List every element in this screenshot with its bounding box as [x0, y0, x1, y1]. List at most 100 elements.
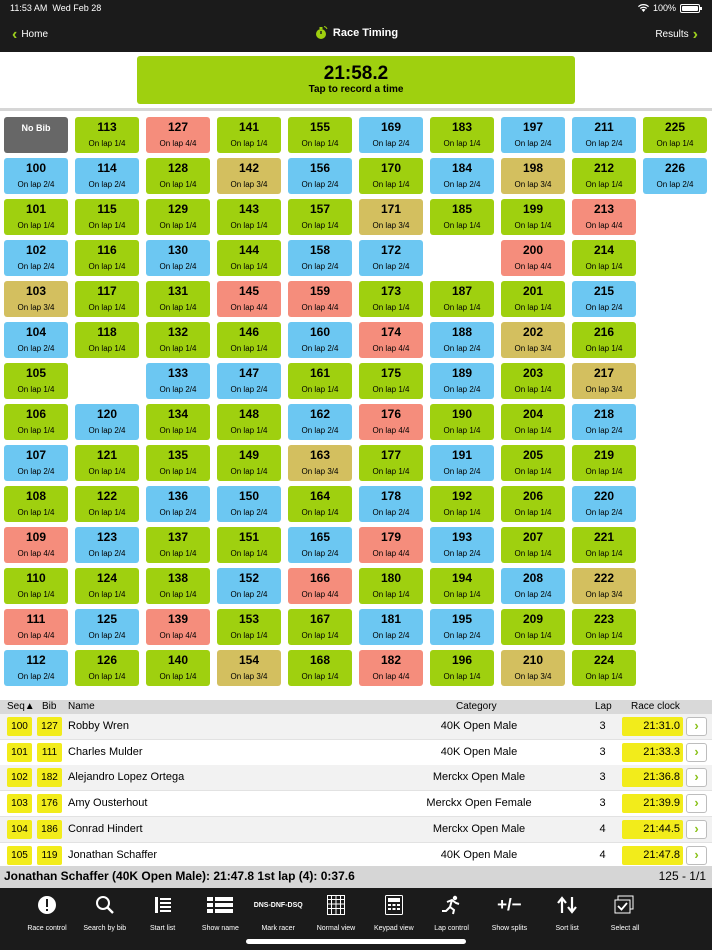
bib-tile-212[interactable]: 212 On lap 1/4	[572, 158, 636, 194]
bib-tile-200[interactable]: 200 On lap 4/4	[501, 240, 565, 276]
bib-tile-192[interactable]: 192 On lap 1/4	[430, 486, 494, 522]
bib-tile-109[interactable]: 109 On lap 4/4	[4, 527, 68, 563]
bib-tile-102[interactable]: 102 On lap 2/4	[4, 240, 68, 276]
bib-tile-222[interactable]: 222 On lap 3/4	[572, 568, 636, 604]
bib-tile-148[interactable]: 148 On lap 1/4	[217, 404, 281, 440]
bib-tile-152[interactable]: 152 On lap 2/4	[217, 568, 281, 604]
row-detail-button[interactable]: ›	[686, 742, 707, 762]
bib-tile-174[interactable]: 174 On lap 4/4	[359, 322, 423, 358]
results-button[interactable]: Results ›	[655, 26, 698, 42]
bib-tile-140[interactable]: 140 On lap 1/4	[146, 650, 210, 686]
bib-tile-206[interactable]: 206 On lap 1/4	[501, 486, 565, 522]
bib-tile-149[interactable]: 149 On lap 1/4	[217, 445, 281, 481]
bib-tile-116[interactable]: 116 On lap 1/4	[75, 240, 139, 276]
bib-tile-169[interactable]: 169 On lap 2/4	[359, 117, 423, 153]
bib-tile-154[interactable]: 154 On lap 3/4	[217, 650, 281, 686]
lap-header[interactable]: Lap	[595, 701, 612, 712]
bib-tile-135[interactable]: 135 On lap 1/4	[146, 445, 210, 481]
toolbar-search-by-bib-button[interactable]: Search by bib	[74, 894, 136, 932]
bib-tile-130[interactable]: 130 On lap 2/4	[146, 240, 210, 276]
table-row[interactable]: 100 127 Robby Wren 40K Open Male 3 21:31.0 ›	[0, 714, 712, 740]
bib-tile-170[interactable]: 170 On lap 1/4	[359, 158, 423, 194]
bib-tile-103[interactable]: 103 On lap 3/4	[4, 281, 68, 317]
bib-tile-188[interactable]: 188 On lap 2/4	[430, 322, 494, 358]
bib-tile-132[interactable]: 132 On lap 1/4	[146, 322, 210, 358]
bib-tile-161[interactable]: 161 On lap 1/4	[288, 363, 352, 399]
bib-tile-211[interactable]: 211 On lap 2/4	[572, 117, 636, 153]
bib-tile-123[interactable]: 123 On lap 2/4	[75, 527, 139, 563]
bib-tile-203[interactable]: 203 On lap 1/4	[501, 363, 565, 399]
category-header[interactable]: Category	[456, 701, 497, 712]
no-bib-button[interactable]: No Bib	[4, 117, 68, 153]
bib-tile-208[interactable]: 208 On lap 2/4	[501, 568, 565, 604]
bib-tile-118[interactable]: 118 On lap 1/4	[75, 322, 139, 358]
bib-header[interactable]: Bib	[42, 701, 56, 712]
row-detail-button[interactable]: ›	[686, 717, 707, 736]
bib-tile-126[interactable]: 126 On lap 1/4	[75, 650, 139, 686]
bib-tile-190[interactable]: 190 On lap 1/4	[430, 404, 494, 440]
bib-tile-197[interactable]: 197 On lap 2/4	[501, 117, 565, 153]
bib-tile-111[interactable]: 111 On lap 4/4	[4, 609, 68, 645]
bib-tile-194[interactable]: 194 On lap 1/4	[430, 568, 494, 604]
bib-tile-107[interactable]: 107 On lap 2/4	[4, 445, 68, 481]
toolbar-show-splits-button[interactable]: +/− Show splits	[478, 894, 540, 932]
bib-tile-180[interactable]: 180 On lap 1/4	[359, 568, 423, 604]
bib-tile-168[interactable]: 168 On lap 1/4	[288, 650, 352, 686]
bib-tile-139[interactable]: 139 On lap 4/4	[146, 609, 210, 645]
bib-tile-153[interactable]: 153 On lap 1/4	[217, 609, 281, 645]
bib-tile-218[interactable]: 218 On lap 2/4	[572, 404, 636, 440]
row-detail-button[interactable]: ›	[686, 794, 707, 814]
bib-tile-187[interactable]: 187 On lap 1/4	[430, 281, 494, 317]
bib-tile-147[interactable]: 147 On lap 2/4	[217, 363, 281, 399]
bib-tile-142[interactable]: 142 On lap 3/4	[217, 158, 281, 194]
bib-tile-108[interactable]: 108 On lap 1/4	[4, 486, 68, 522]
bib-tile-191[interactable]: 191 On lap 2/4	[430, 445, 494, 481]
bib-tile-106[interactable]: 106 On lap 1/4	[4, 404, 68, 440]
bib-tile-201[interactable]: 201 On lap 1/4	[501, 281, 565, 317]
bib-tile-189[interactable]: 189 On lap 2/4	[430, 363, 494, 399]
bib-tile-129[interactable]: 129 On lap 1/4	[146, 199, 210, 235]
bib-tile-138[interactable]: 138 On lap 1/4	[146, 568, 210, 604]
bib-tile-122[interactable]: 122 On lap 1/4	[75, 486, 139, 522]
bib-tile-121[interactable]: 121 On lap 1/4	[75, 445, 139, 481]
bib-tile-224[interactable]: 224 On lap 1/4	[572, 650, 636, 686]
row-detail-button[interactable]: ›	[686, 845, 707, 865]
bib-tile-127[interactable]: 127 On lap 4/4	[146, 117, 210, 153]
bib-tile-134[interactable]: 134 On lap 1/4	[146, 404, 210, 440]
bib-tile-209[interactable]: 209 On lap 1/4	[501, 609, 565, 645]
bib-tile-133[interactable]: 133 On lap 2/4	[146, 363, 210, 399]
bib-tile-195[interactable]: 195 On lap 2/4	[430, 609, 494, 645]
toolbar-show-name-button[interactable]: Show name	[189, 894, 251, 932]
bib-tile-105[interactable]: 105 On lap 1/4	[4, 363, 68, 399]
toolbar-mark-racer-button[interactable]: DNS-DNF-DSQ Mark racer	[247, 894, 309, 933]
bib-tile-176[interactable]: 176 On lap 4/4	[359, 404, 423, 440]
bib-tile-199[interactable]: 199 On lap 1/4	[501, 199, 565, 235]
bib-tile-156[interactable]: 156 On lap 2/4	[288, 158, 352, 194]
bib-tile-157[interactable]: 157 On lap 1/4	[288, 199, 352, 235]
bib-tile-145[interactable]: 145 On lap 4/4	[217, 281, 281, 317]
bib-tile-221[interactable]: 221 On lap 1/4	[572, 527, 636, 563]
bib-tile-143[interactable]: 143 On lap 1/4	[217, 199, 281, 235]
bib-tile-220[interactable]: 220 On lap 2/4	[572, 486, 636, 522]
toolbar-lap-control-button[interactable]: Lap control	[421, 894, 483, 932]
bib-tile-202[interactable]: 202 On lap 3/4	[501, 322, 565, 358]
table-row[interactable]: 105 119 Jonathan Schaffer 40K Open Male 4 21:…	[0, 842, 712, 869]
bib-tile-213[interactable]: 213 On lap 4/4	[572, 199, 636, 235]
name-header[interactable]: Name	[68, 701, 95, 712]
bib-tile-165[interactable]: 165 On lap 2/4	[288, 527, 352, 563]
table-row[interactable]: 103 176 Amy Ousterhout Merckx Open Female 3 2…	[0, 791, 712, 818]
bib-tile-223[interactable]: 223 On lap 1/4	[572, 609, 636, 645]
bib-tile-141[interactable]: 141 On lap 1/4	[217, 117, 281, 153]
bib-tile-216[interactable]: 216 On lap 1/4	[572, 322, 636, 358]
bib-tile-184[interactable]: 184 On lap 2/4	[430, 158, 494, 194]
bib-tile-117[interactable]: 117 On lap 1/4	[75, 281, 139, 317]
bib-tile-128[interactable]: 128 On lap 1/4	[146, 158, 210, 194]
bib-tile-146[interactable]: 146 On lap 1/4	[217, 322, 281, 358]
bib-tile-225[interactable]: 225 On lap 1/4	[643, 117, 707, 153]
bib-tile-215[interactable]: 215 On lap 2/4	[572, 281, 636, 317]
bib-tile-112[interactable]: 112 On lap 2/4	[4, 650, 68, 686]
bib-tile-185[interactable]: 185 On lap 1/4	[430, 199, 494, 235]
bib-tile-164[interactable]: 164 On lap 1/4	[288, 486, 352, 522]
seq-header[interactable]: Seq▲	[7, 701, 35, 712]
bib-tile-155[interactable]: 155 On lap 1/4	[288, 117, 352, 153]
